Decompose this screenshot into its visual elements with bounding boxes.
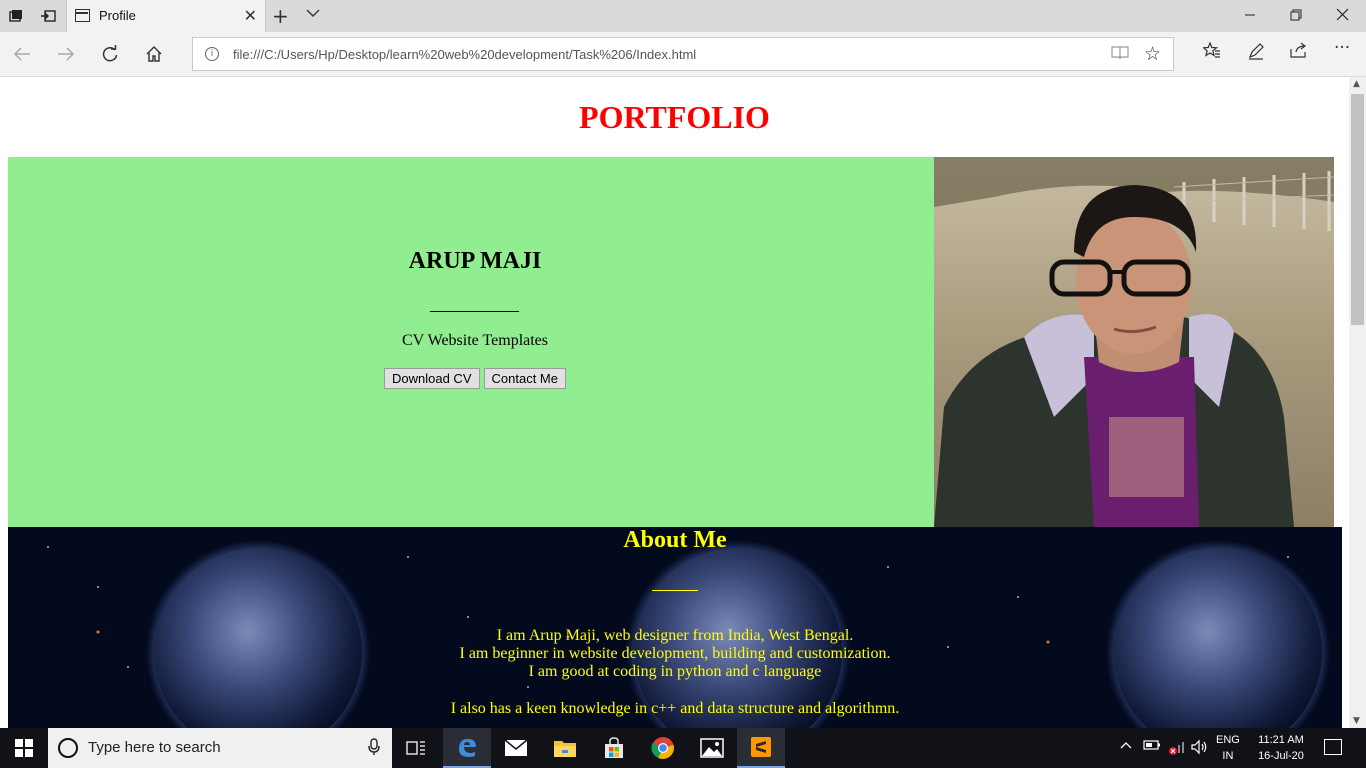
tab-title: Profile — [99, 8, 136, 23]
windows-taskbar: Type here to search ENG IN 11:21 AM 16-J… — [0, 728, 1366, 768]
store-icon[interactable] — [590, 728, 638, 768]
refresh-icon[interactable] — [98, 42, 122, 66]
taskbar-clock[interactable]: 11:21 AM 16-Jul-20 — [1250, 732, 1312, 764]
hero-section: ARUP MAJI CV Website Templates Download … — [8, 157, 942, 527]
page-viewport: PORTFOLIO ARUP MAJI CV Website Templates… — [0, 77, 1349, 728]
back-icon[interactable] — [10, 42, 34, 66]
profile-subtitle: CV Website Templates — [401, 332, 549, 349]
restore-icon[interactable] — [1290, 9, 1302, 25]
clock-date: 16-Jul-20 — [1258, 750, 1304, 762]
web-notes-pen-icon[interactable] — [1247, 42, 1265, 65]
scrollbar-thumb[interactable] — [1351, 94, 1364, 325]
about-divider — [652, 590, 698, 591]
contact-me-button[interactable]: Contact Me — [483, 368, 566, 389]
search-placeholder: Type here to search — [88, 739, 221, 756]
page-scrollbar[interactable]: ▲ ▼ — [1349, 77, 1366, 728]
cortana-icon — [58, 738, 78, 758]
action-center-icon[interactable] — [1324, 739, 1342, 755]
tab-preview-chevron-icon[interactable] — [306, 6, 320, 22]
url-text[interactable]: file:///C:/Users/Hp/Desktop/learn%20web%… — [233, 47, 696, 62]
minimize-icon[interactable] — [1244, 4, 1256, 28]
language-indicator[interactable]: ENG IN — [1216, 732, 1240, 764]
site-info-icon[interactable]: i — [205, 47, 219, 61]
close-tab-icon[interactable]: ✕ — [244, 6, 257, 25]
file-explorer-icon[interactable] — [541, 728, 589, 768]
windows-start-icon[interactable] — [0, 728, 48, 768]
share-icon[interactable] — [1290, 42, 1308, 63]
profile-name: ARUP MAJI — [408, 248, 542, 274]
about-line: I am good at coding in python and c lang… — [528, 663, 822, 680]
task-view-icon[interactable] — [392, 728, 440, 768]
photos-icon[interactable] — [688, 728, 736, 768]
download-cv-button[interactable]: Download CV — [384, 368, 480, 389]
about-line: I am Arup Maji, web designer from India,… — [496, 627, 854, 644]
more-menu-icon[interactable]: ··· — [1334, 38, 1350, 58]
forward-icon[interactable] — [54, 42, 78, 66]
about-line: I also has a keen knowledge in c++ and d… — [450, 700, 900, 717]
about-title: About Me — [623, 527, 727, 553]
language-code: ENG — [1216, 734, 1240, 746]
browser-tab-bar: Profile ✕ + — [0, 0, 1366, 32]
about-section: About Me I am Arup Maji, web designer fr… — [8, 527, 1342, 728]
page-title: PORTFOLIO — [579, 99, 770, 135]
page-icon — [75, 9, 90, 22]
sublime-text-icon[interactable] — [737, 728, 785, 768]
about-line: I am beginner in website development, bu… — [459, 645, 891, 662]
favorite-star-icon[interactable]: ☆ — [1144, 43, 1161, 65]
battery-icon[interactable] — [1143, 739, 1161, 755]
favorites-hub-icon[interactable] — [1201, 41, 1221, 63]
microphone-icon[interactable] — [368, 738, 380, 760]
edge-icon[interactable] — [443, 728, 491, 768]
chrome-icon[interactable] — [639, 728, 687, 768]
name-divider — [430, 311, 519, 312]
language-region: IN — [1222, 750, 1234, 762]
tab-profile[interactable]: Profile ✕ — [66, 0, 266, 32]
profile-photo — [934, 157, 1334, 527]
reading-view-icon[interactable] — [1111, 46, 1129, 64]
mail-icon[interactable] — [492, 728, 540, 768]
scroll-up-icon[interactable]: ▲ — [1353, 79, 1360, 89]
home-icon[interactable] — [142, 42, 166, 66]
clock-time: 11:21 AM — [1258, 734, 1304, 746]
browser-toolbar: i file:///C:/Users/Hp/Desktop/learn%20we… — [0, 32, 1366, 77]
volume-icon[interactable] — [1191, 739, 1209, 759]
address-bar[interactable]: i file:///C:/Users/Hp/Desktop/learn%20we… — [192, 37, 1174, 71]
set-tabs-aside-icon[interactable] — [38, 6, 58, 26]
close-window-icon[interactable] — [1336, 8, 1349, 25]
show-hidden-icons-chevron-icon[interactable] — [1120, 739, 1132, 754]
scroll-down-icon[interactable]: ▼ — [1353, 716, 1360, 726]
hero-buttons: Download CV Contact Me — [8, 368, 942, 389]
network-disconnected-icon[interactable] — [1168, 739, 1186, 759]
taskbar-search-box[interactable]: Type here to search — [48, 728, 392, 768]
tab-actions-icon[interactable] — [6, 6, 26, 26]
new-tab-icon[interactable]: + — [272, 4, 289, 28]
